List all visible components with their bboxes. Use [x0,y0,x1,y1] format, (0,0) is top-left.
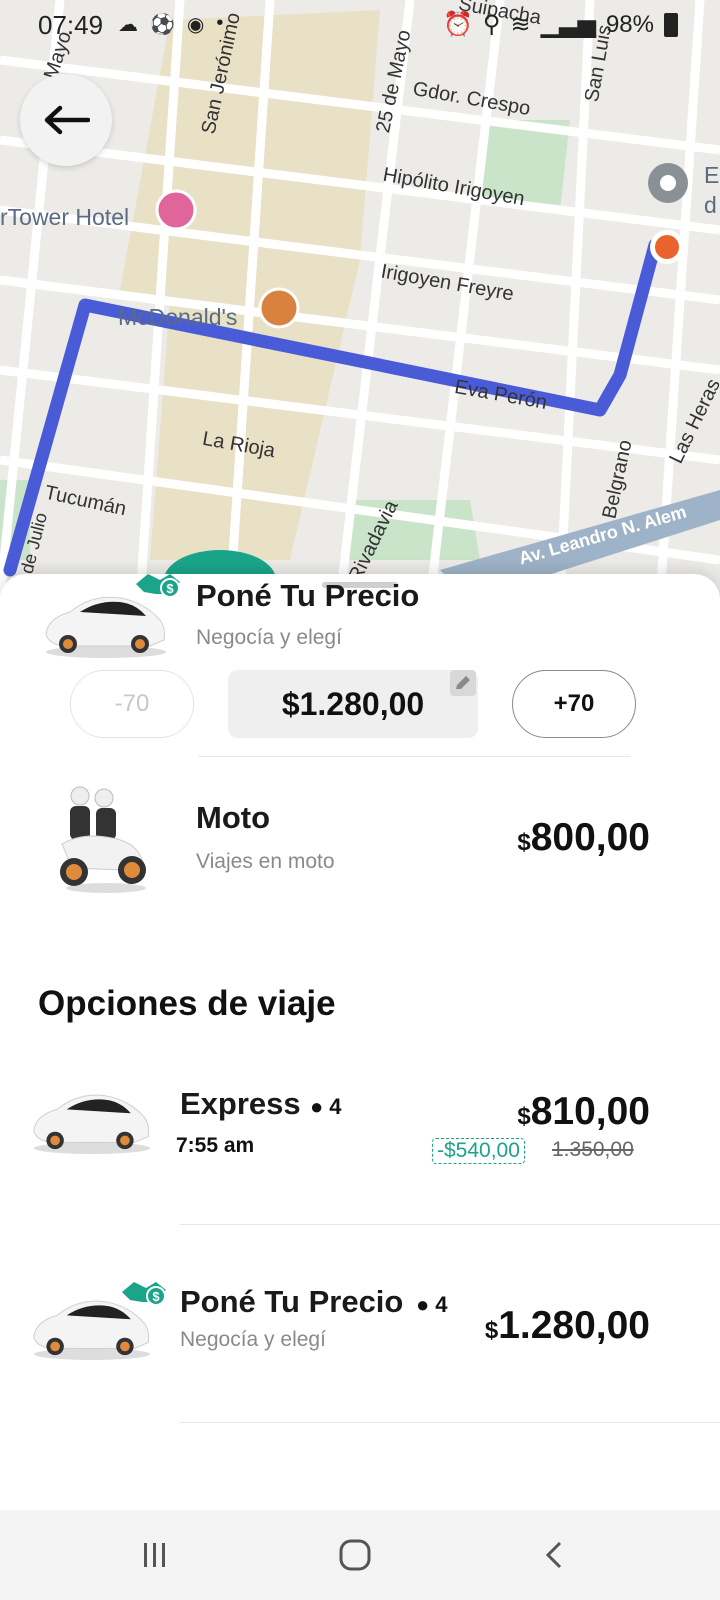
handshake-money-icon: $ [136,574,180,598]
signal-icon: ▁▃▅ [540,11,596,38]
car-icon [33,1094,151,1154]
section-title: Opciones de viaje [38,984,336,1023]
back-button[interactable] [20,74,112,166]
edit-icon[interactable] [450,670,476,696]
currency-symbol: $ [517,829,531,856]
recent-apps-icon[interactable] [140,1540,170,1570]
option-price-value: 1.280,00 [498,1304,650,1347]
dot-icon: • [216,12,224,34]
seats-count: 4 [329,1094,342,1119]
moto-title: Moto [196,800,271,835]
map-label-hotel[interactable]: rTower Hotel [0,204,129,231]
currency-symbol: $ [484,1317,499,1344]
map[interactable]: Mayo San Jerónimo 25 de Mayo Suipacha Gd… [0,0,720,600]
option-price: $810,00 [517,1090,650,1134]
map-label: d [704,192,717,218]
battery-icon [664,12,678,37]
divider [180,1422,720,1423]
home-icon[interactable] [338,1538,372,1572]
moto-price: $800,00 [517,816,650,860]
app-icon: ◉ [186,14,205,36]
option-subtitle: Negocía y elegí [180,1328,326,1351]
seats-indicator: ● 4 [416,1292,448,1318]
eta-time: 7:55 am [176,1134,255,1157]
divider [198,756,630,757]
option-title: Poné Tu Precio [196,578,420,613]
seats-count: 4 [435,1292,448,1317]
currency-symbol: $ [517,1103,531,1130]
increase-price-button[interactable]: +70 [512,670,636,738]
handshake-money-icon: $ [122,1282,166,1306]
soccer-icon: ⚽ [150,14,175,36]
status-bar: 07:49 ☁ ⚽ ◉ • ⏰ ⚲ ≋ ▁▃▅ 98% [0,0,720,50]
back-nav-icon[interactable] [542,1540,568,1570]
wifi-icon: ≋ [510,11,531,38]
status-right: ⏰ ⚲ ≋ ▁▃▅ 98% [443,10,678,39]
cloud-icon: ☁ [118,14,138,36]
option-price: $1.280,00 [485,1304,650,1348]
system-nav-bar [0,1510,720,1600]
motorcycle-icon [60,786,146,893]
discount-badge: -$540,00 [432,1138,525,1164]
moto-price-value: 800,00 [530,816,650,859]
old-price: 1.350,00 [552,1138,634,1161]
svg-text:$: $ [166,581,174,596]
notification-icons: ☁ ⚽ ◉ • [118,12,223,37]
svg-text:$: $ [152,1289,160,1304]
option-subtitle: Negocía y elegí [196,626,342,649]
arrow-left-icon [44,105,90,135]
divider [180,1224,720,1225]
person-icon: ● [416,1292,430,1317]
alarm-icon: ⏰ [443,11,473,38]
status-time: 07:49 [38,10,104,40]
map-label-mcdonalds[interactable]: McDonald's [118,304,237,331]
option-title: Express [180,1086,301,1121]
moto-subtitle: Viajes en moto [196,850,335,873]
seats-indicator: ● 4 [310,1094,342,1120]
decrease-price-button[interactable]: -70 [70,670,194,738]
location-icon: ⚲ [482,11,501,38]
price-value: $1.280,00 [281,685,425,722]
option-title: Poné Tu Precio [180,1284,404,1319]
option-price-value: 810,00 [530,1090,650,1133]
battery-percent: 98% [605,10,654,38]
ride-options-sheet[interactable]: $ Poné Tu Precio Negocía y elegí -70 $1.… [0,574,720,1514]
price-input[interactable]: $1.280,00 [228,670,478,738]
map-label: E [704,162,720,188]
person-icon: ● [310,1094,324,1119]
